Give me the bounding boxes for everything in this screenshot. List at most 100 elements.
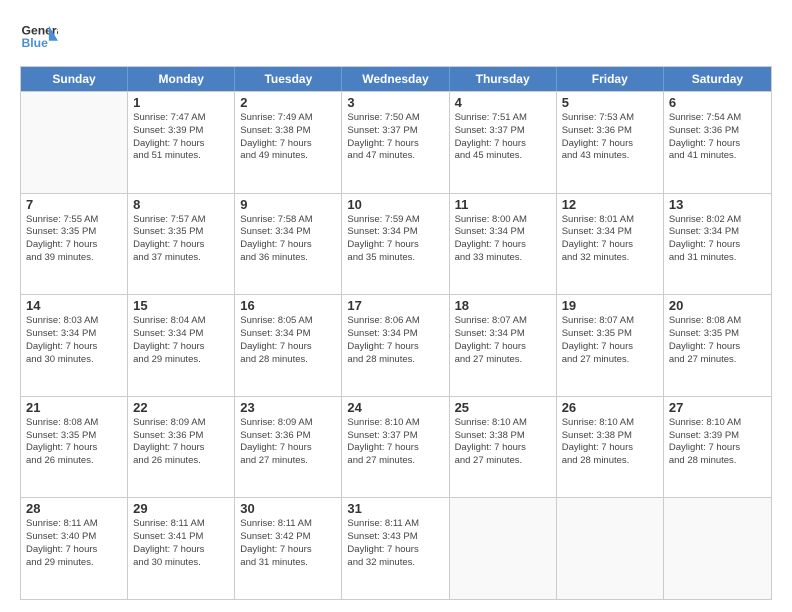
cell-info-line: and 36 minutes. bbox=[240, 252, 336, 265]
cell-info-line: Daylight: 7 hours bbox=[133, 341, 229, 354]
cell-info-line: and 45 minutes. bbox=[455, 150, 551, 163]
cell-info-line: Sunset: 3:34 PM bbox=[133, 328, 229, 341]
cell-info-line: Sunset: 3:34 PM bbox=[669, 226, 766, 239]
cell-info-line: Sunset: 3:34 PM bbox=[240, 328, 336, 341]
cell-info-line: Sunset: 3:37 PM bbox=[347, 125, 443, 138]
cell-info-line: and 26 minutes. bbox=[133, 455, 229, 468]
cell-info-line: and 31 minutes. bbox=[669, 252, 766, 265]
cell-info-line: Sunrise: 8:07 AM bbox=[562, 315, 658, 328]
day-number: 16 bbox=[240, 298, 336, 313]
cell-info-line: Sunrise: 7:57 AM bbox=[133, 214, 229, 227]
cal-cell-0-1: 1Sunrise: 7:47 AMSunset: 3:39 PMDaylight… bbox=[128, 92, 235, 193]
day-number: 9 bbox=[240, 197, 336, 212]
cal-cell-3-5: 26Sunrise: 8:10 AMSunset: 3:38 PMDayligh… bbox=[557, 397, 664, 498]
cell-info-line: Sunrise: 8:11 AM bbox=[133, 518, 229, 531]
cell-info-line: Sunset: 3:39 PM bbox=[133, 125, 229, 138]
cell-info-line: and 26 minutes. bbox=[26, 455, 122, 468]
cal-cell-0-4: 4Sunrise: 7:51 AMSunset: 3:37 PMDaylight… bbox=[450, 92, 557, 193]
cell-info-line: Daylight: 7 hours bbox=[562, 341, 658, 354]
day-number: 26 bbox=[562, 400, 658, 415]
header: General Blue bbox=[20, 18, 772, 56]
calendar-body: 1Sunrise: 7:47 AMSunset: 3:39 PMDaylight… bbox=[20, 92, 772, 600]
logo: General Blue bbox=[20, 18, 62, 56]
cal-cell-0-6: 6Sunrise: 7:54 AMSunset: 3:36 PMDaylight… bbox=[664, 92, 771, 193]
cell-info-line: Sunset: 3:35 PM bbox=[562, 328, 658, 341]
cell-info-line: and 29 minutes. bbox=[26, 557, 122, 570]
cell-info-line: Sunset: 3:42 PM bbox=[240, 531, 336, 544]
cal-cell-3-3: 24Sunrise: 8:10 AMSunset: 3:37 PMDayligh… bbox=[342, 397, 449, 498]
day-number: 4 bbox=[455, 95, 551, 110]
cell-info-line: and 33 minutes. bbox=[455, 252, 551, 265]
cal-cell-1-5: 12Sunrise: 8:01 AMSunset: 3:34 PMDayligh… bbox=[557, 194, 664, 295]
cal-cell-3-2: 23Sunrise: 8:09 AMSunset: 3:36 PMDayligh… bbox=[235, 397, 342, 498]
cell-info-line: Sunset: 3:40 PM bbox=[26, 531, 122, 544]
cell-info-line: Daylight: 7 hours bbox=[562, 138, 658, 151]
cell-info-line: and 29 minutes. bbox=[133, 354, 229, 367]
cell-info-line: Daylight: 7 hours bbox=[347, 239, 443, 252]
cell-info-line: Sunset: 3:35 PM bbox=[669, 328, 766, 341]
cell-info-line: Daylight: 7 hours bbox=[562, 442, 658, 455]
cell-info-line: Sunset: 3:36 PM bbox=[669, 125, 766, 138]
cell-info-line: and 27 minutes. bbox=[669, 354, 766, 367]
day-number: 10 bbox=[347, 197, 443, 212]
cell-info-line: Sunset: 3:38 PM bbox=[455, 430, 551, 443]
cell-info-line: Daylight: 7 hours bbox=[455, 341, 551, 354]
cell-info-line: Daylight: 7 hours bbox=[26, 239, 122, 252]
cell-info-line: and 27 minutes. bbox=[240, 455, 336, 468]
cal-cell-0-2: 2Sunrise: 7:49 AMSunset: 3:38 PMDaylight… bbox=[235, 92, 342, 193]
cell-info-line: Sunset: 3:41 PM bbox=[133, 531, 229, 544]
cell-info-line: Sunrise: 8:03 AM bbox=[26, 315, 122, 328]
day-number: 24 bbox=[347, 400, 443, 415]
week-row-2: 14Sunrise: 8:03 AMSunset: 3:34 PMDayligh… bbox=[21, 295, 771, 397]
cell-info-line: Sunrise: 8:05 AM bbox=[240, 315, 336, 328]
day-number: 7 bbox=[26, 197, 122, 212]
cell-info-line: Sunset: 3:36 PM bbox=[133, 430, 229, 443]
cell-info-line: Sunrise: 7:58 AM bbox=[240, 214, 336, 227]
cell-info-line: Sunrise: 8:00 AM bbox=[455, 214, 551, 227]
cell-info-line: Daylight: 7 hours bbox=[347, 442, 443, 455]
cell-info-line: and 28 minutes. bbox=[562, 455, 658, 468]
cell-info-line: Daylight: 7 hours bbox=[133, 138, 229, 151]
cal-cell-1-3: 10Sunrise: 7:59 AMSunset: 3:34 PMDayligh… bbox=[342, 194, 449, 295]
header-day-friday: Friday bbox=[557, 67, 664, 91]
cell-info-line: Daylight: 7 hours bbox=[26, 544, 122, 557]
cal-cell-1-4: 11Sunrise: 8:00 AMSunset: 3:34 PMDayligh… bbox=[450, 194, 557, 295]
cell-info-line: Sunset: 3:38 PM bbox=[562, 430, 658, 443]
cell-info-line: Sunset: 3:34 PM bbox=[347, 328, 443, 341]
header-day-wednesday: Wednesday bbox=[342, 67, 449, 91]
day-number: 5 bbox=[562, 95, 658, 110]
header-day-tuesday: Tuesday bbox=[235, 67, 342, 91]
cell-info-line: and 47 minutes. bbox=[347, 150, 443, 163]
day-number: 1 bbox=[133, 95, 229, 110]
cell-info-line: Sunset: 3:34 PM bbox=[455, 328, 551, 341]
cell-info-line: Sunset: 3:38 PM bbox=[240, 125, 336, 138]
cell-info-line: Daylight: 7 hours bbox=[26, 341, 122, 354]
cell-info-line: and 31 minutes. bbox=[240, 557, 336, 570]
day-number: 18 bbox=[455, 298, 551, 313]
day-number: 12 bbox=[562, 197, 658, 212]
cell-info-line: and 28 minutes. bbox=[347, 354, 443, 367]
cal-cell-2-3: 17Sunrise: 8:06 AMSunset: 3:34 PMDayligh… bbox=[342, 295, 449, 396]
cell-info-line: Sunrise: 7:55 AM bbox=[26, 214, 122, 227]
cell-info-line: Sunset: 3:35 PM bbox=[26, 430, 122, 443]
day-number: 17 bbox=[347, 298, 443, 313]
day-number: 27 bbox=[669, 400, 766, 415]
cell-info-line: Sunrise: 8:11 AM bbox=[240, 518, 336, 531]
cal-cell-3-1: 22Sunrise: 8:09 AMSunset: 3:36 PMDayligh… bbox=[128, 397, 235, 498]
cell-info-line: Sunrise: 8:01 AM bbox=[562, 214, 658, 227]
cell-info-line: Sunrise: 8:09 AM bbox=[240, 417, 336, 430]
cell-info-line: and 37 minutes. bbox=[133, 252, 229, 265]
cal-cell-4-2: 30Sunrise: 8:11 AMSunset: 3:42 PMDayligh… bbox=[235, 498, 342, 599]
cell-info-line: Sunset: 3:34 PM bbox=[26, 328, 122, 341]
cell-info-line: Sunrise: 8:10 AM bbox=[347, 417, 443, 430]
cal-cell-2-0: 14Sunrise: 8:03 AMSunset: 3:34 PMDayligh… bbox=[21, 295, 128, 396]
cell-info-line: Sunrise: 8:07 AM bbox=[455, 315, 551, 328]
day-number: 8 bbox=[133, 197, 229, 212]
cell-info-line: Sunrise: 8:02 AM bbox=[669, 214, 766, 227]
cell-info-line: Daylight: 7 hours bbox=[669, 138, 766, 151]
cal-cell-2-1: 15Sunrise: 8:04 AMSunset: 3:34 PMDayligh… bbox=[128, 295, 235, 396]
cell-info-line: and 35 minutes. bbox=[347, 252, 443, 265]
cell-info-line: Sunset: 3:43 PM bbox=[347, 531, 443, 544]
cell-info-line: Daylight: 7 hours bbox=[669, 239, 766, 252]
cell-info-line: Sunset: 3:34 PM bbox=[240, 226, 336, 239]
